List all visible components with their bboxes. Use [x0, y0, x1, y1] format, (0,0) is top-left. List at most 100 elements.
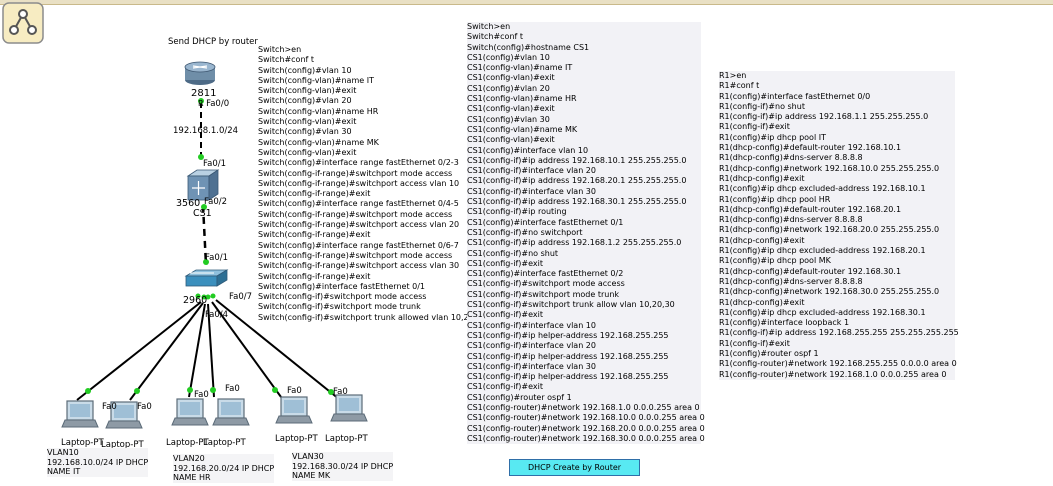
config-line: R1(config-router)#network 192.168.1.0 0.…: [719, 369, 947, 379]
config-line: CS1(config)#vlan 10: [467, 52, 550, 62]
config-line: Switch(config-if)#switchport mode access: [258, 292, 427, 302]
config-line: Switch(config-if)#switchport trunk allow…: [258, 312, 487, 322]
r1-config-note[interactable]: R1>en R1#conf t R1(config)#interface fastE…: [719, 71, 959, 380]
config-line: Switch(config-if-range)#switchport mode …: [258, 250, 453, 260]
config-line: Switch(config)#vlan 30: [258, 127, 352, 137]
config-line: R1(config)#ip dhcp excluded-address 192.…: [719, 246, 926, 256]
config-line: CS1(config)#interface fastEthernet 0/1: [467, 217, 624, 227]
sw-fa04-label: Fa0/4: [205, 310, 228, 320]
config-line: R1(config)#ip dhcp pool IT: [719, 132, 826, 142]
config-line: Switch(config-if-range)#switchport mode …: [258, 209, 453, 219]
config-line: CS1(config-router)#network 192.168.20.0 …: [467, 423, 705, 433]
config-line: R1>en: [719, 71, 747, 80]
dhcp-create-by-router-button[interactable]: DHCP Create by Router: [509, 459, 640, 476]
config-line: Switch#conf t: [258, 55, 315, 65]
config-line: CS1(config-vlan)#name MK: [467, 124, 578, 134]
config-line: CS1(config-if)#switchport mode trunk: [467, 289, 620, 299]
config-line: CS1(config-router)#network 192.168.30.0 …: [467, 433, 705, 443]
config-line: CS1(config-if)#exit: [467, 258, 543, 268]
config-line: CS1(config-if)#interface vlan 10: [467, 320, 596, 330]
config-line: R1(config)#ip dhcp excluded-address 192.…: [719, 307, 926, 317]
vlan20-label: VLAN20 192.168.20.0/24 IP DHCP NAME HR: [173, 454, 275, 483]
config-line: CS1(config-if)#interface vlan 20: [467, 166, 596, 176]
config-line: R1(config-if)#exit: [719, 338, 790, 348]
config-line: CS1(config-vlan)#name HR: [467, 94, 577, 104]
config-line: CS1(config-if)#ip helper-address 192.168…: [467, 330, 669, 340]
r1-port-label: R Fa0/0: [198, 99, 230, 109]
config-line: Switch(config-if-range)#switchport acces…: [258, 261, 460, 271]
config-line: R1(dhcp-config)#default-router 192.168.3…: [719, 266, 902, 276]
link-switch-pc1[interactable]: [76, 301, 202, 401]
config-line: R1(dhcp-config)#exit: [719, 235, 805, 245]
config-line: R1(dhcp-config)#network 192.168.10.0 255…: [719, 163, 940, 173]
config-line: CS1(config-router)#network 192.168.10.0 …: [467, 413, 705, 423]
config-line: CS1(config)#vlan 20: [467, 83, 550, 93]
config-line: CS1(config-if)#ip address 192.168.30.1 2…: [467, 197, 687, 207]
switch-config-note[interactable]: Switch>en Switch#conf t Switch(config)#vla…: [258, 45, 487, 323]
config-line: R1(dhcp-config)#network 192.168.20.0 255…: [719, 225, 940, 235]
config-line: R1(config-if)#exit: [719, 122, 790, 132]
cs1-name-label: CS1: [193, 208, 212, 219]
config-line: CS1(config-vlan)#exit: [467, 73, 555, 83]
cs1-fa01-label: Fa0/1: [203, 159, 226, 169]
config-line: Switch(config-if-range)#exit: [258, 189, 371, 199]
config-line: Switch(config-if-range)#switchport acces…: [258, 220, 460, 230]
multilayer-switch-cs1[interactable]: [186, 169, 220, 201]
link-subnet-label: 192.168.1.0/24: [173, 126, 239, 136]
config-line: Switch(config-if)#switchport mode trunk: [258, 302, 421, 312]
router-r1[interactable]: [184, 61, 216, 85]
config-line: Switch(config-vlan)#exit: [258, 86, 357, 96]
config-line: Switch(config)#interface fastEthernet 0/…: [258, 281, 425, 291]
config-line: CS1(config-if)#ip helper-address 192.168…: [467, 372, 669, 382]
pc5-name-label: Laptop-PT: [275, 434, 318, 444]
config-line: CS1(config)#vlan 30: [467, 114, 550, 124]
cs1-fa02-label: Fa0/2: [204, 197, 227, 207]
config-line: R1(dhcp-config)#network 192.168.30.0 255…: [719, 287, 940, 297]
config-line: R1#conf t: [719, 81, 760, 91]
config-line: CS1(config-if)#no switchport: [467, 227, 583, 237]
config-line: CS1(config-if)#switchport trunk allow vl…: [467, 300, 675, 310]
config-line: Switch(config-vlan)#name MK: [258, 137, 379, 147]
cs1-config-note[interactable]: Switch>en Switch#conf t Switch(config)#hos…: [467, 22, 705, 445]
config-line: Switch(config)#hostname CS1: [467, 42, 590, 52]
sw-fa07-label: Fa0/7: [229, 292, 252, 302]
config-line: Switch#conf t: [467, 32, 524, 42]
send-dhcp-title: Send DHCP by router: [168, 37, 258, 47]
config-line: R1(config)#interface loopback 1: [719, 318, 850, 328]
pc4-port-label: Fa0: [225, 384, 240, 394]
sw-fa01-label: Fa0/1: [205, 253, 228, 263]
config-line: R1(config-if)#no shut: [719, 101, 805, 111]
config-line: CS1(config)#router ospf 1: [467, 392, 572, 402]
config-line: Switch(config-if-range)#exit: [258, 271, 371, 281]
link-switch-pc2[interactable]: [129, 302, 204, 401]
pc4-name-label: Laptop-PT: [203, 438, 246, 448]
vlan30-label: VLAN30 192.168.30.0/24 IP DHCP NAME MK: [292, 452, 394, 481]
config-line: CS1(config-if)#ip address 192.168.1.2 25…: [467, 238, 682, 248]
pc6-name-label: Laptop-PT: [325, 434, 368, 444]
config-line: R1(dhcp-config)#dns-server 8.8.8.8: [719, 276, 863, 286]
config-line: R1(config)#ip dhcp pool MK: [719, 256, 831, 266]
config-line: R1(config)#interface fastEthernet 0/0: [719, 91, 871, 101]
config-line: Switch>en: [467, 22, 511, 31]
config-line: CS1(config-if)#ip address 192.168.10.1 2…: [467, 155, 687, 165]
config-line: Switch(config-vlan)#name HR: [258, 106, 379, 116]
config-line: CS1(config-if)#interface vlan 20: [467, 341, 596, 351]
pc6-port-label: Fa0: [333, 387, 348, 397]
config-line: R1(dhcp-config)#dns-server 8.8.8.8: [719, 153, 863, 163]
config-line: Switch>en: [258, 45, 302, 54]
config-line: R1(config)#ip dhcp excluded-address 192.…: [719, 184, 926, 194]
pc5-port-label: Fa0: [287, 386, 302, 396]
config-line: Switch(config)#vlan 10: [258, 65, 352, 75]
config-line: CS1(config-if)#ip routing: [467, 207, 567, 217]
switch-2960[interactable]: [184, 269, 229, 287]
config-line: Switch(config-vlan)#name IT: [258, 75, 374, 85]
config-line: Switch(config-vlan)#exit: [258, 117, 357, 127]
config-line: R1(dhcp-config)#exit: [719, 173, 805, 183]
config-line: CS1(config-router)#network 192.168.1.0 0…: [467, 402, 700, 412]
config-line: Switch(config-if-range)#exit: [258, 230, 371, 240]
config-line: R1(dhcp-config)#dns-server 8.8.8.8: [719, 215, 863, 225]
config-line: CS1(config-vlan)#name IT: [467, 63, 573, 73]
router-model-label: 2811: [191, 88, 217, 99]
config-line: Switch(config)#interface range fastEther…: [258, 199, 459, 209]
pc2-port-label: Fa0: [137, 402, 152, 412]
